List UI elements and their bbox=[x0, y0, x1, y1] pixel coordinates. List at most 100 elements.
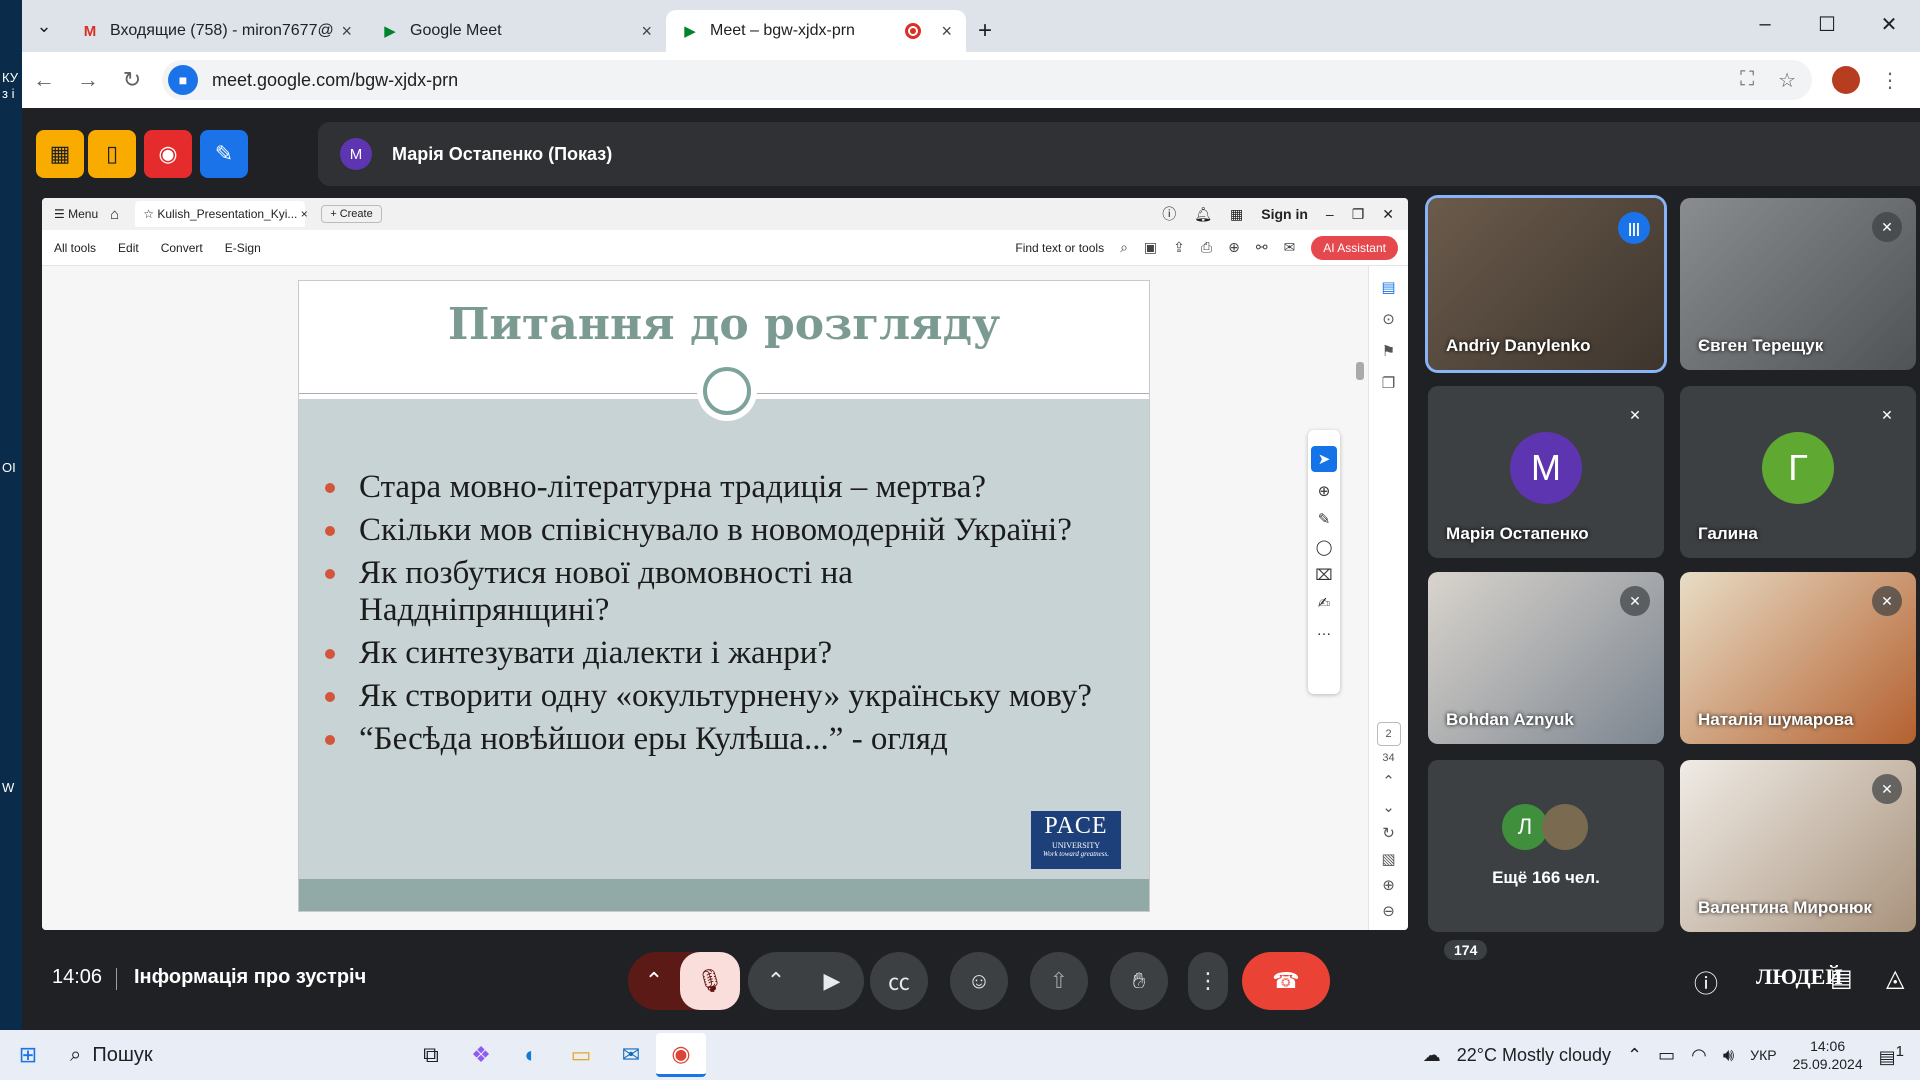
chrome-icon[interactable]: ◉ bbox=[656, 1033, 706, 1077]
save-icon[interactable]: ▣ bbox=[1144, 239, 1157, 256]
help-icon[interactable]: ⓘ bbox=[1162, 204, 1176, 224]
taskbar-search[interactable]: ⌕ Пошук bbox=[56, 1035, 406, 1075]
videocam-icon[interactable]: ▶ bbox=[802, 968, 862, 994]
star-icon[interactable]: ☆ bbox=[1778, 68, 1796, 93]
url-field[interactable]: ■ meet.google.com/bgw-xjdx-prn ⛶ ☆ bbox=[162, 60, 1812, 100]
copilot-icon[interactable]: ❖ bbox=[456, 1033, 506, 1077]
search-doc-icon[interactable]: ⊙ bbox=[1382, 310, 1395, 328]
extension-button[interactable]: ▯ bbox=[88, 130, 136, 178]
present-button[interactable]: ⇧ bbox=[1030, 952, 1088, 1010]
close-icon[interactable]: ✕ bbox=[1382, 206, 1394, 223]
translate-icon[interactable]: ⛶ bbox=[1740, 68, 1754, 93]
find-tools-label[interactable]: Find text or tools bbox=[1015, 241, 1104, 255]
more-icon[interactable]: … bbox=[1317, 622, 1332, 639]
notification-icon[interactable]: ▤1 bbox=[1879, 1043, 1904, 1068]
close-icon[interactable]: × bbox=[641, 21, 652, 42]
profile-avatar[interactable] bbox=[1832, 66, 1860, 94]
menu-all-tools[interactable]: All tools bbox=[54, 241, 96, 255]
captions-button[interactable]: ㏄ bbox=[870, 952, 928, 1010]
whiteboard-button[interactable]: ✎ bbox=[200, 130, 248, 178]
close-window-icon[interactable]: ✕ bbox=[1858, 0, 1920, 48]
bookmark-icon[interactable]: ⚑ bbox=[1382, 342, 1395, 360]
page-number-field[interactable]: 2 bbox=[1376, 722, 1401, 746]
wifi-icon[interactable]: ◠ bbox=[1691, 1045, 1707, 1066]
home-icon[interactable]: ⌂ bbox=[110, 206, 119, 223]
weather-text[interactable]: 22°C Mostly cloudy bbox=[1457, 1045, 1611, 1066]
participant-tile[interactable]: ✕ Г Галина bbox=[1680, 386, 1916, 558]
upload-icon[interactable]: ⇪ bbox=[1173, 239, 1185, 256]
print-icon[interactable]: ⎙ bbox=[1201, 239, 1212, 256]
participant-tile[interactable]: ||| Andriy Danylenko bbox=[1428, 198, 1664, 370]
comment-icon[interactable]: ▤ bbox=[1381, 278, 1395, 296]
battery-icon[interactable]: ▭ bbox=[1658, 1045, 1675, 1066]
url-text[interactable]: meet.google.com/bgw-xjdx-prn bbox=[212, 70, 458, 91]
mail-icon[interactable]: ✉ bbox=[1284, 239, 1296, 256]
task-view-icon[interactable]: ⧉ bbox=[406, 1033, 456, 1077]
extract-icon[interactable]: ▧ bbox=[1381, 850, 1395, 868]
raise-hand-button[interactable]: ✋︎ bbox=[1110, 952, 1168, 1010]
reload-icon[interactable]: ↻ bbox=[110, 67, 154, 93]
leave-call-button[interactable]: ☎ bbox=[1242, 952, 1330, 1010]
clock[interactable]: 14:06 25.09.2024 bbox=[1793, 1037, 1863, 1073]
apps-icon[interactable]: ▦ bbox=[1230, 206, 1243, 223]
forward-icon[interactable]: → bbox=[66, 67, 110, 93]
activities-icon[interactable]: ◬ bbox=[1886, 964, 1904, 993]
signature-icon[interactable]: ✍ bbox=[1318, 594, 1331, 612]
mic-off-icon[interactable]: 🎙︎ bbox=[680, 952, 740, 1010]
bell-icon[interactable]: 🔔︎ bbox=[1194, 206, 1212, 223]
meeting-info-link[interactable]: Інформація про зустріч bbox=[134, 966, 366, 989]
mail-icon[interactable]: ✉ bbox=[606, 1033, 656, 1077]
more-options-button[interactable]: ⋮ bbox=[1188, 952, 1228, 1010]
tab-search-button[interactable]: ⌄ bbox=[22, 0, 66, 52]
chevron-up-icon[interactable]: ⌃ bbox=[1382, 772, 1395, 790]
tab-meet-call[interactable]: ▶ Meet – bgw-xjdx-prn × bbox=[666, 10, 966, 52]
windows-start-icon[interactable]: ⊞ bbox=[0, 1042, 56, 1068]
new-tab-button[interactable]: + bbox=[978, 10, 992, 52]
camera-icon[interactable]: ■ bbox=[168, 65, 198, 95]
link-icon[interactable]: ⚯ bbox=[1256, 239, 1268, 256]
chevron-up-icon[interactable]: ⌃ bbox=[1627, 1045, 1642, 1066]
weather-icon[interactable]: ☁ bbox=[1423, 1045, 1441, 1066]
lasso-icon[interactable]: ◯ bbox=[1316, 538, 1333, 556]
back-icon[interactable]: ← bbox=[22, 67, 66, 93]
menu-convert[interactable]: Convert bbox=[161, 241, 203, 255]
close-icon[interactable]: × bbox=[341, 21, 352, 42]
minimize-icon[interactable]: – bbox=[1734, 0, 1796, 48]
cursor-icon[interactable]: ➤ bbox=[1311, 446, 1337, 472]
participant-tile[interactable]: ✕ Євген Терещук bbox=[1680, 198, 1916, 370]
participant-tile[interactable]: ✕ Валентина Миронюк bbox=[1680, 760, 1916, 932]
volume-icon[interactable]: 🔊︎ bbox=[1723, 1045, 1734, 1066]
info-icon[interactable]: ⓘ bbox=[1694, 964, 1718, 999]
participant-tile[interactable]: ✕ Bohdan Aznyuk bbox=[1428, 572, 1664, 744]
close-icon[interactable]: × bbox=[301, 207, 308, 221]
tab-gmail[interactable]: M Входящие (758) - miron7677@ × bbox=[66, 10, 366, 52]
chat-icon[interactable]: ▤ bbox=[1830, 964, 1853, 993]
zoom-comment-icon[interactable]: ⊕ bbox=[1318, 482, 1331, 500]
rotate-icon[interactable]: ↻ bbox=[1382, 824, 1395, 842]
create-button[interactable]: + Create bbox=[321, 205, 382, 223]
minimize-icon[interactable]: – bbox=[1326, 206, 1334, 222]
scroll-thumb[interactable] bbox=[1356, 362, 1364, 380]
file-explorer-icon[interactable]: ▭ bbox=[556, 1033, 606, 1077]
acrobat-menu-button[interactable]: ☰ Menu bbox=[54, 207, 98, 221]
sign-in-button[interactable]: Sign in bbox=[1261, 206, 1308, 222]
more-participants-tile[interactable]: Л Ещё 166 чел. bbox=[1428, 760, 1664, 932]
participant-tile[interactable]: ✕ Наталія шумарова bbox=[1680, 572, 1916, 744]
highlighter-icon[interactable]: ✎ bbox=[1318, 510, 1331, 528]
share-icon[interactable]: ⊕ bbox=[1228, 239, 1240, 256]
maximize-icon[interactable]: ☐ bbox=[1796, 0, 1858, 48]
vertical-scrollbar[interactable] bbox=[1352, 334, 1368, 930]
menu-edit[interactable]: Edit bbox=[118, 241, 139, 255]
more-vert-icon[interactable]: ⋮ bbox=[1880, 68, 1900, 93]
chevron-up-icon[interactable]: ⌃ bbox=[750, 968, 802, 994]
chevron-down-icon[interactable]: ⌄ bbox=[1382, 798, 1395, 816]
language-indicator[interactable]: УКР bbox=[1750, 1047, 1776, 1063]
text-box-icon[interactable]: ⌧ bbox=[1315, 566, 1332, 584]
zoom-in-icon[interactable]: ⊕ bbox=[1382, 876, 1395, 894]
emoji-button[interactable]: ☺ bbox=[950, 952, 1008, 1010]
participant-tile[interactable]: ✕ M Марія Остапенко bbox=[1428, 386, 1664, 558]
menu-esign[interactable]: E-Sign bbox=[225, 241, 261, 255]
record-button[interactable]: ◉ bbox=[144, 130, 192, 178]
acrobat-doc-tab[interactable]: ☆ Kulish_Presentation_Kyi... × bbox=[135, 201, 308, 227]
extension-button[interactable]: ▦ bbox=[36, 130, 84, 178]
